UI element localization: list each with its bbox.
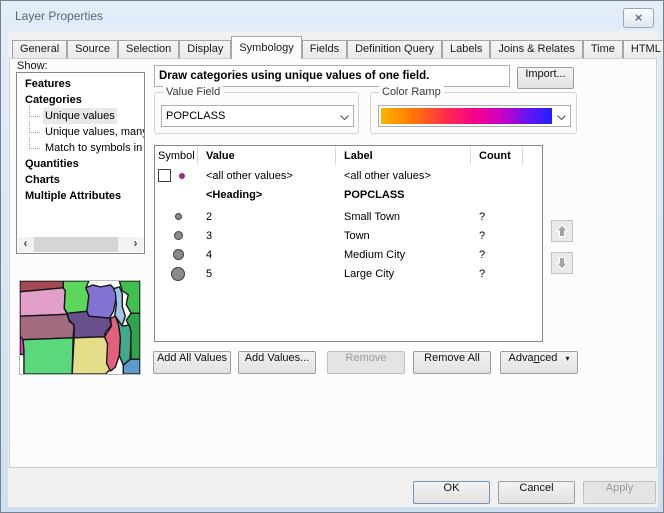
- remove-all-button[interactable]: Remove All: [413, 351, 491, 374]
- cancel-button[interactable]: Cancel: [498, 481, 575, 504]
- tree-item-quantities[interactable]: Quantities: [17, 156, 144, 172]
- column-header-value[interactable]: Value: [198, 147, 336, 165]
- tab-bar: General Source Selection Display Symbolo…: [12, 36, 664, 58]
- map-region: [63, 281, 89, 313]
- tab-time[interactable]: Time: [583, 40, 623, 58]
- tree-item-features[interactable]: Features: [17, 76, 144, 92]
- scrollbar-thumb[interactable]: [34, 237, 118, 252]
- window-title: Layer Properties: [15, 9, 103, 23]
- table-row-class-2[interactable]: 2 Small Town ?: [155, 207, 542, 226]
- tree-item-multiple-attributes[interactable]: Multiple Attributes: [17, 188, 144, 204]
- graduated-symbol[interactable]: [171, 267, 185, 281]
- remove-button[interactable]: Remove: [327, 351, 405, 374]
- arrow-up-icon: [555, 224, 569, 238]
- tree-item-match-to-symbols[interactable]: Match to symbols in a: [17, 140, 144, 156]
- tab-fields[interactable]: Fields: [302, 40, 347, 58]
- tab-general[interactable]: General: [12, 40, 67, 58]
- value-field-group: Value Field POPCLASS: [154, 92, 359, 134]
- tab-joins-relates[interactable]: Joins & Relates: [490, 40, 582, 58]
- close-button[interactable]: ×: [623, 8, 654, 28]
- close-icon: ×: [635, 10, 643, 25]
- table-row-heading[interactable]: <Heading> POPCLASS: [155, 185, 542, 204]
- tab-labels[interactable]: Labels: [442, 40, 490, 58]
- arrow-down-icon: [555, 256, 569, 270]
- value-field-combobox[interactable]: POPCLASS: [161, 105, 354, 127]
- description-box: Draw categories using unique values of o…: [154, 65, 510, 87]
- add-values-button[interactable]: Add Values...: [238, 351, 316, 374]
- tab-symbology[interactable]: Symbology: [231, 36, 301, 59]
- layer-properties-dialog: Layer Properties × General Source Select…: [0, 0, 664, 513]
- advanced-button[interactable]: Advanced ▾: [500, 351, 578, 374]
- tree-item-charts[interactable]: Charts: [17, 172, 144, 188]
- graduated-symbol[interactable]: [175, 213, 182, 220]
- tab-display[interactable]: Display: [179, 40, 231, 58]
- value-field-label: Value Field: [163, 86, 223, 98]
- chevron-down-icon: [335, 107, 353, 125]
- column-header-count[interactable]: Count: [471, 147, 523, 165]
- map-preview: [19, 280, 141, 375]
- all-other-values-checkbox[interactable]: [158, 169, 171, 182]
- chevron-down-icon: [552, 107, 570, 125]
- move-up-button[interactable]: [551, 220, 573, 242]
- tab-source[interactable]: Source: [67, 40, 118, 58]
- graduated-symbol[interactable]: [173, 249, 184, 260]
- all-other-values-symbol[interactable]: [179, 173, 185, 179]
- description-text: Draw categories using unique values of o…: [159, 70, 429, 82]
- symbol-table-header: Symbol Value Label Count: [155, 146, 542, 166]
- symbology-tab-page: Show: Features Categories Unique values …: [9, 58, 657, 468]
- table-row-class-5[interactable]: 5 Large City ?: [155, 264, 542, 283]
- map-region: [20, 314, 74, 339]
- titlebar: Layer Properties ×: [1, 1, 663, 31]
- tab-html-popup[interactable]: HTML Popup: [623, 40, 664, 58]
- column-header-symbol[interactable]: Symbol: [155, 147, 198, 165]
- symbol-table: Symbol Value Label Count <all other valu…: [154, 145, 543, 342]
- add-all-values-button[interactable]: Add All Values: [153, 351, 231, 374]
- show-tree: Features Categories Unique values Unique…: [16, 72, 145, 254]
- map-region: [72, 337, 111, 374]
- map-region: [86, 285, 116, 318]
- color-ramp-group: Color Ramp: [370, 92, 577, 134]
- scroll-right-icon[interactable]: ›: [128, 237, 143, 252]
- color-ramp-combobox[interactable]: [378, 105, 571, 127]
- tab-selection[interactable]: Selection: [118, 40, 179, 58]
- color-ramp-label: Color Ramp: [379, 86, 444, 98]
- scroll-left-icon[interactable]: ‹: [18, 237, 33, 252]
- table-row-class-4[interactable]: 4 Medium City ?: [155, 245, 542, 264]
- column-header-label[interactable]: Label: [336, 147, 471, 165]
- tab-definition-query[interactable]: Definition Query: [347, 40, 442, 58]
- apply-button[interactable]: Apply: [583, 481, 656, 504]
- map-region: [23, 338, 73, 374]
- tree-horizontal-scrollbar[interactable]: ‹ ›: [18, 237, 143, 252]
- graduated-symbol[interactable]: [174, 231, 183, 240]
- color-ramp-swatch: [381, 108, 552, 124]
- ok-button[interactable]: OK: [413, 481, 490, 504]
- table-row-all-other-values[interactable]: <all other values> <all other values>: [155, 166, 542, 185]
- import-button[interactable]: Import...: [517, 67, 574, 89]
- move-down-button[interactable]: [551, 252, 573, 274]
- map-region: [20, 288, 67, 316]
- value-field-selected: POPCLASS: [162, 110, 335, 122]
- table-row-class-3[interactable]: 3 Town ?: [155, 226, 542, 245]
- show-label: Show:: [17, 60, 48, 72]
- dropdown-arrow-icon: ▾: [566, 354, 570, 363]
